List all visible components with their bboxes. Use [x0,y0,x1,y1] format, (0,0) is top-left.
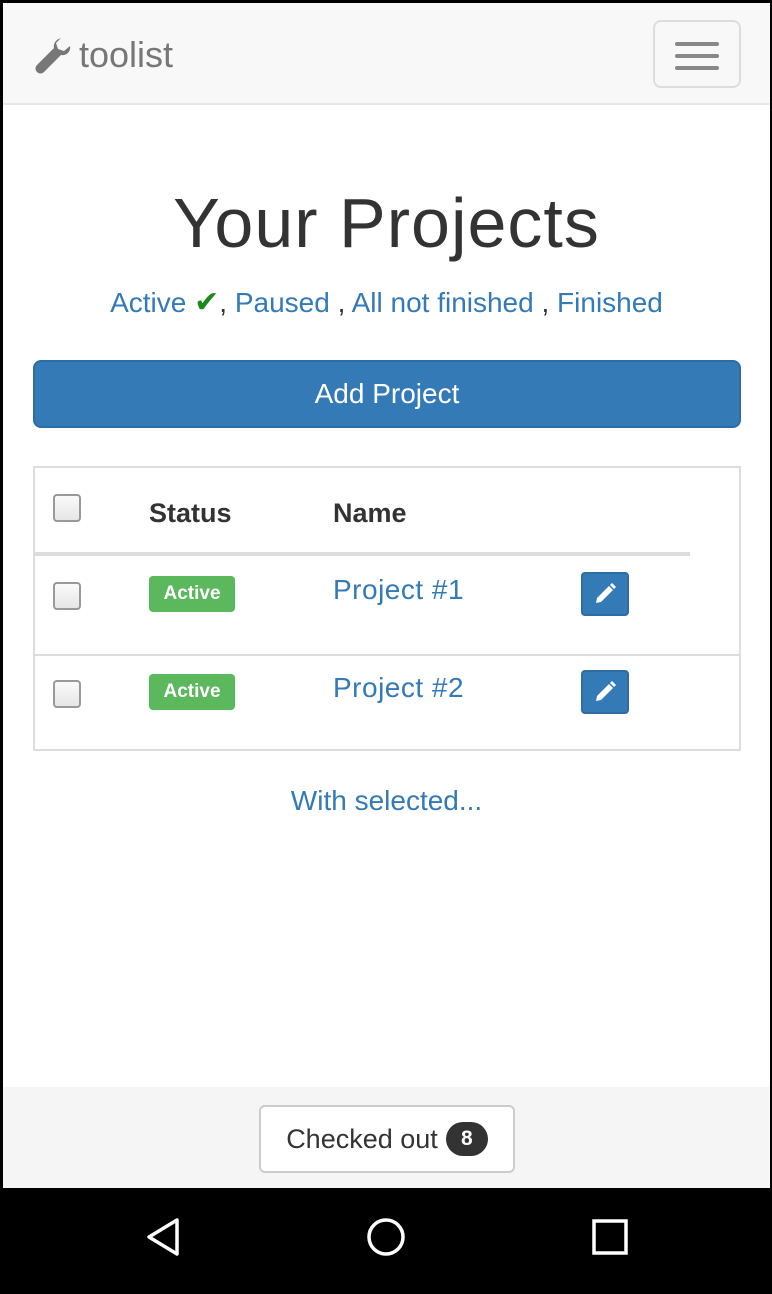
hamburger-menu-icon[interactable] [653,20,741,88]
project-link[interactable]: Project #2 [333,672,464,704]
pencil-icon [596,681,616,701]
page-title: Your Projects [173,184,600,262]
home-icon[interactable] [365,1216,407,1258]
checkmark-icon: ✔ [194,286,220,319]
row-checkbox[interactable] [53,680,81,708]
wrench-icon [33,36,71,74]
checked-out-count-badge: 8 [445,1122,488,1156]
row-checkbox[interactable] [53,582,81,610]
filter-active[interactable]: Active ✔ [110,286,220,319]
edit-button[interactable] [581,572,629,616]
navbar: toolist [3,3,770,105]
recents-icon[interactable] [589,1216,631,1258]
select-all-checkbox[interactable] [53,494,81,522]
project-link[interactable]: Project #1 [333,574,464,606]
checked-out-label: Checked out [286,1123,438,1154]
name-header: Name [333,498,407,528]
edit-button[interactable] [581,670,629,714]
add-project-button[interactable]: Add Project [33,360,741,428]
row-divider [35,654,739,656]
filter-paused[interactable]: Paused [235,287,330,318]
pencil-icon [596,583,616,603]
projects-table: Status Name Active Project #1 Active Pro… [33,466,741,751]
filter-finished[interactable]: Finished [557,287,663,318]
android-navigation-bar [3,1188,770,1284]
status-header: Status [149,498,232,528]
status-badge: Active [149,674,235,710]
brand[interactable]: toolist [33,33,173,77]
footer: Checked out 8 [3,1087,770,1188]
app-screen: toolist Your Projects Active ✔, Paused ,… [3,3,770,1188]
back-icon[interactable] [143,1216,185,1258]
status-badge: Active [149,576,235,612]
filter-all-not-finished[interactable]: All not finished [352,287,534,318]
brand-text: toolist [79,34,174,75]
checked-out-button[interactable]: Checked out 8 [259,1105,515,1173]
header-divider [35,552,690,556]
with-selected-link[interactable]: With selected... [3,785,770,817]
status-filters: Active ✔, Paused , All not finished , Fi… [110,286,663,319]
